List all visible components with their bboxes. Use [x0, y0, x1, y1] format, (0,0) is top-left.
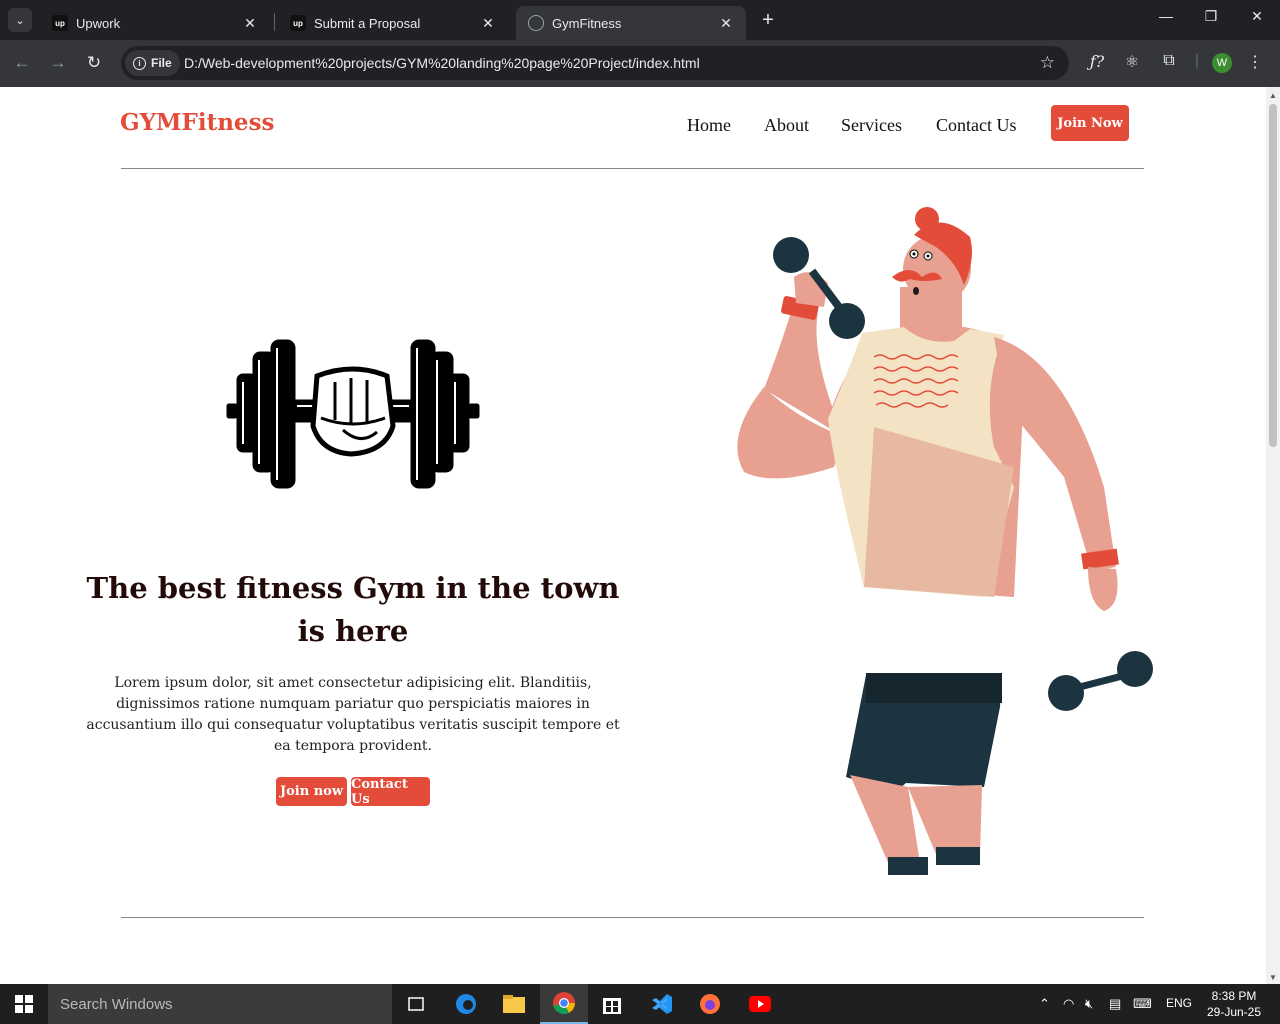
- clock-time: 8:38 PM: [1211, 989, 1257, 1003]
- tray-chevron-up-icon[interactable]: ⌃: [1039, 996, 1050, 1012]
- minimize-button[interactable]: —: [1154, 8, 1178, 24]
- plus-icon: +: [762, 9, 774, 31]
- hero-description: Lorem ipsum dolor, sit amet consectetur …: [86, 675, 620, 754]
- chevron-down-icon: ⌄: [15, 14, 25, 27]
- close-icon[interactable]: ✕: [242, 15, 258, 32]
- tab-upwork[interactable]: up Upwork ✕: [40, 6, 270, 40]
- tab-title: GymFitness: [552, 15, 622, 31]
- taskbar-edge[interactable]: [442, 984, 490, 1024]
- nav-about-link[interactable]: About: [764, 115, 809, 136]
- taskbar-search-input[interactable]: Search Windows: [48, 984, 392, 1024]
- site-logo[interactable]: GYMFitness: [120, 109, 274, 136]
- notification-icon[interactable]: ▤: [1109, 996, 1121, 1012]
- tab-strip: ⌄ up Upwork ✕ up Submit a Proposal ✕ Gym…: [0, 0, 1280, 40]
- function-extension-icon[interactable]: ƒ?: [1086, 52, 1108, 71]
- tab-title: Submit a Proposal: [314, 15, 421, 31]
- close-icon[interactable]: ✕: [480, 15, 496, 32]
- youtube-icon: [749, 996, 771, 1012]
- page-scrollbar[interactable]: ▲ ▼: [1266, 87, 1280, 984]
- close-icon: ✕: [1251, 8, 1263, 24]
- header-divider: [121, 168, 1144, 169]
- hero-contact-us-button[interactable]: Contact Us: [351, 777, 430, 807]
- taskbar-clock[interactable]: 8:38 PM 29-Jun-25: [1206, 988, 1262, 1020]
- store-icon: [603, 998, 621, 1014]
- toolbar-divider: |: [1194, 52, 1200, 69]
- edge-icon: [456, 994, 476, 1014]
- close-window-button[interactable]: ✕: [1245, 8, 1269, 25]
- site-chip-label: File: [151, 56, 172, 70]
- upwork-favicon-icon: up: [52, 15, 68, 31]
- profile-avatar[interactable]: W: [1212, 53, 1232, 73]
- hero-join-now-button[interactable]: Join now: [276, 777, 347, 806]
- taskbar-file-explorer[interactable]: [490, 984, 538, 1024]
- keyboard-icon[interactable]: ⌨: [1133, 996, 1152, 1012]
- clock-date: 29-Jun-25: [1206, 1005, 1262, 1019]
- section-divider: [121, 917, 1144, 918]
- taskbar-store[interactable]: [588, 984, 636, 1024]
- folder-icon: [503, 995, 525, 1013]
- wifi-icon[interactable]: ◠: [1063, 996, 1074, 1012]
- globe-icon: [528, 15, 544, 31]
- task-view-icon: [408, 997, 424, 1011]
- nav-home-link[interactable]: Home: [687, 115, 731, 136]
- tab-title: Upwork: [76, 15, 121, 31]
- arrow-left-icon: ←: [13, 53, 31, 72]
- restore-icon: ❐: [1204, 8, 1218, 24]
- tab-gymfitness[interactable]: GymFitness ✕: [516, 6, 746, 40]
- extensions-puzzle-icon[interactable]: ⧉: [1158, 52, 1180, 70]
- volume-muted-icon[interactable]: 🔇︎: [1085, 996, 1093, 1012]
- scroll-up-arrow-icon[interactable]: ▲: [1269, 91, 1277, 100]
- tab-submit-proposal[interactable]: up Submit a Proposal ✕: [278, 6, 508, 40]
- taskbar-vscode[interactable]: [638, 984, 686, 1024]
- page-viewport: GYMFitness Home About Services Contact U…: [0, 87, 1266, 984]
- tab-divider: [274, 13, 275, 31]
- scrollbar-thumb[interactable]: [1269, 104, 1277, 447]
- close-icon[interactable]: ✕: [718, 15, 734, 32]
- site-navbar: GYMFitness Home About Services Contact U…: [0, 87, 1266, 169]
- tab-search-button[interactable]: ⌄: [8, 8, 32, 32]
- forward-button[interactable]: →: [47, 53, 69, 73]
- reload-button[interactable]: ↻: [83, 53, 105, 73]
- firefox-icon: [700, 994, 720, 1014]
- hero-title: The best fitness Gym in the town is here: [86, 571, 620, 648]
- arrow-right-icon: →: [49, 53, 67, 72]
- man-lifting-dumbbells-illustration: [737, 207, 1153, 875]
- nav-contact-link[interactable]: Contact Us: [936, 115, 1017, 136]
- taskbar-firefox[interactable]: [686, 984, 734, 1024]
- scroll-down-arrow-icon[interactable]: ▼: [1269, 973, 1277, 982]
- reload-icon: ↻: [86, 53, 102, 72]
- vscode-icon: [652, 994, 672, 1014]
- address-bar[interactable]: i File D:/Web-development%20projects/GYM…: [121, 46, 1069, 80]
- browser-toolbar: ← → ↻ i File D:/Web-development%20projec…: [0, 40, 1280, 87]
- new-tab-button[interactable]: +: [758, 9, 778, 32]
- minimize-icon: —: [1159, 8, 1173, 24]
- taskbar-youtube[interactable]: [736, 984, 784, 1024]
- upwork-favicon-icon: up: [290, 15, 306, 31]
- start-button[interactable]: [0, 984, 48, 1024]
- nav-services-link[interactable]: Services: [841, 115, 902, 136]
- url-text[interactable]: D:/Web-development%20projects/GYM%20land…: [184, 55, 700, 71]
- react-devtools-icon[interactable]: ⚛: [1121, 52, 1143, 72]
- dumbbell-fist-icon: [226, 339, 480, 489]
- join-now-button[interactable]: Join Now: [1051, 105, 1129, 141]
- menu-kebab-icon[interactable]: ⋮: [1244, 52, 1266, 72]
- language-indicator[interactable]: ENG: [1166, 996, 1192, 1010]
- back-button[interactable]: ←: [11, 53, 33, 73]
- restore-button[interactable]: ❐: [1199, 8, 1223, 25]
- bookmark-star-icon[interactable]: ☆: [1040, 53, 1055, 73]
- info-icon: i: [133, 56, 146, 70]
- task-view-button[interactable]: [392, 984, 440, 1024]
- windows-taskbar: Search Windows ⌃ ◠ 🔇︎ ▤ ⌨ ENG 8:38 PM 29…: [0, 984, 1280, 1024]
- taskbar-chrome[interactable]: [540, 984, 588, 1024]
- windows-logo-icon: [15, 995, 33, 1013]
- site-info-chip[interactable]: i File: [125, 50, 180, 76]
- chrome-icon: [553, 992, 575, 1014]
